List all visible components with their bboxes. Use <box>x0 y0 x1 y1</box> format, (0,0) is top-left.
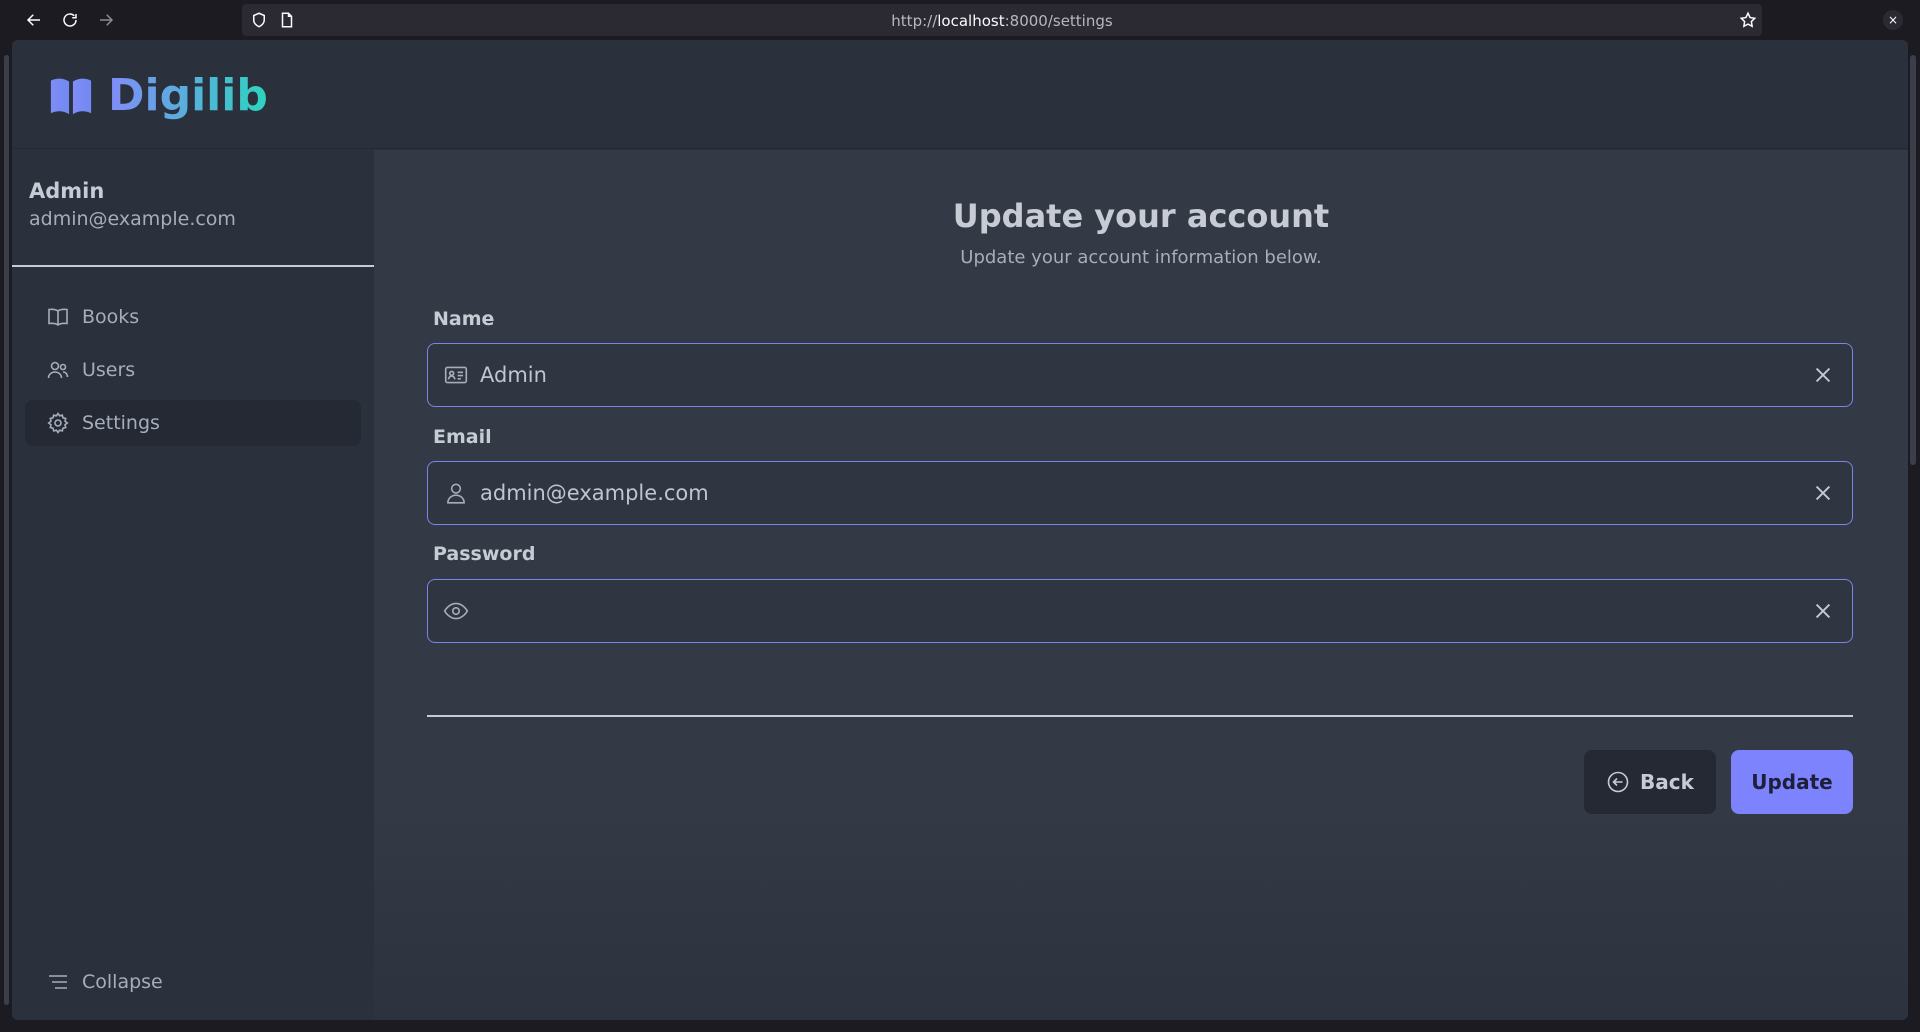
sidebar-menu: Books Users Settings <box>25 294 361 453</box>
sidebar-item-settings[interactable]: Settings <box>25 400 361 446</box>
collapse-button[interactable]: Collapse <box>46 970 163 994</box>
sidebar-user-email: admin@example.com <box>29 208 236 230</box>
name-field[interactable] <box>427 343 1853 407</box>
back-arrow-icon[interactable] <box>22 8 46 32</box>
app-logo[interactable]: Digilib <box>48 70 268 121</box>
page-title: Update your account <box>952 197 1330 235</box>
email-input[interactable] <box>480 462 1792 524</box>
close-window-button[interactable]: × <box>1883 10 1903 30</box>
sidebar-divider <box>12 265 374 267</box>
collapse-label: Collapse <box>82 971 163 993</box>
clear-email-icon[interactable] <box>1812 482 1834 504</box>
clear-name-icon[interactable] <box>1812 364 1834 386</box>
url-text[interactable]: http://localhost:8000/settings <box>242 12 1762 30</box>
user-icon <box>447 483 465 504</box>
app-viewport: Digilib Admin admin@example.com Books Us… <box>12 40 1908 1020</box>
users-icon <box>47 361 69 379</box>
sidebar-user-name: Admin <box>29 179 105 203</box>
sidebar: Admin admin@example.com Books Users Sett… <box>12 150 374 1020</box>
main-content: Update your account Update your account … <box>374 150 1908 1020</box>
book-open-icon <box>48 308 68 326</box>
menu-lines-icon <box>49 975 67 989</box>
star-icon[interactable] <box>1739 11 1757 29</box>
password-input[interactable] <box>480 580 1792 642</box>
arrow-left-circle-icon <box>1607 771 1629 793</box>
sidebar-item-users[interactable]: Users <box>25 347 361 393</box>
left-scrollbar[interactable] <box>4 55 9 1005</box>
right-scrollbar[interactable] <box>1910 55 1916 465</box>
browser-toolbar: http://localhost:8000/settings × <box>0 0 1920 40</box>
email-field[interactable] <box>427 461 1853 525</box>
sidebar-item-label: Settings <box>82 412 160 434</box>
book-logo-icon <box>50 78 92 114</box>
form-divider <box>427 715 1853 717</box>
clear-password-icon[interactable] <box>1812 600 1834 622</box>
email-label: Email <box>433 426 492 448</box>
update-button[interactable]: Update <box>1731 750 1853 814</box>
app-name: Digilib <box>108 70 268 121</box>
back-button[interactable]: Back <box>1584 750 1716 814</box>
sidebar-item-label: Users <box>82 359 136 381</box>
url-bar[interactable]: http://localhost:8000/settings <box>242 4 1762 36</box>
password-field[interactable] <box>427 579 1853 643</box>
name-input[interactable] <box>480 344 1792 406</box>
sidebar-item-label: Books <box>82 306 140 328</box>
name-label: Name <box>433 308 495 330</box>
app-header: Digilib <box>12 40 1908 149</box>
reload-icon[interactable] <box>58 8 82 32</box>
forward-arrow-icon[interactable] <box>94 8 118 32</box>
id-card-icon <box>444 366 468 384</box>
eye-icon[interactable] <box>443 598 469 624</box>
sidebar-item-books[interactable]: Books <box>25 294 361 340</box>
page-subtitle: Update your account information below. <box>960 247 1322 268</box>
password-label: Password <box>433 543 536 565</box>
gear-icon <box>47 412 69 434</box>
back-label: Back <box>1640 770 1694 794</box>
